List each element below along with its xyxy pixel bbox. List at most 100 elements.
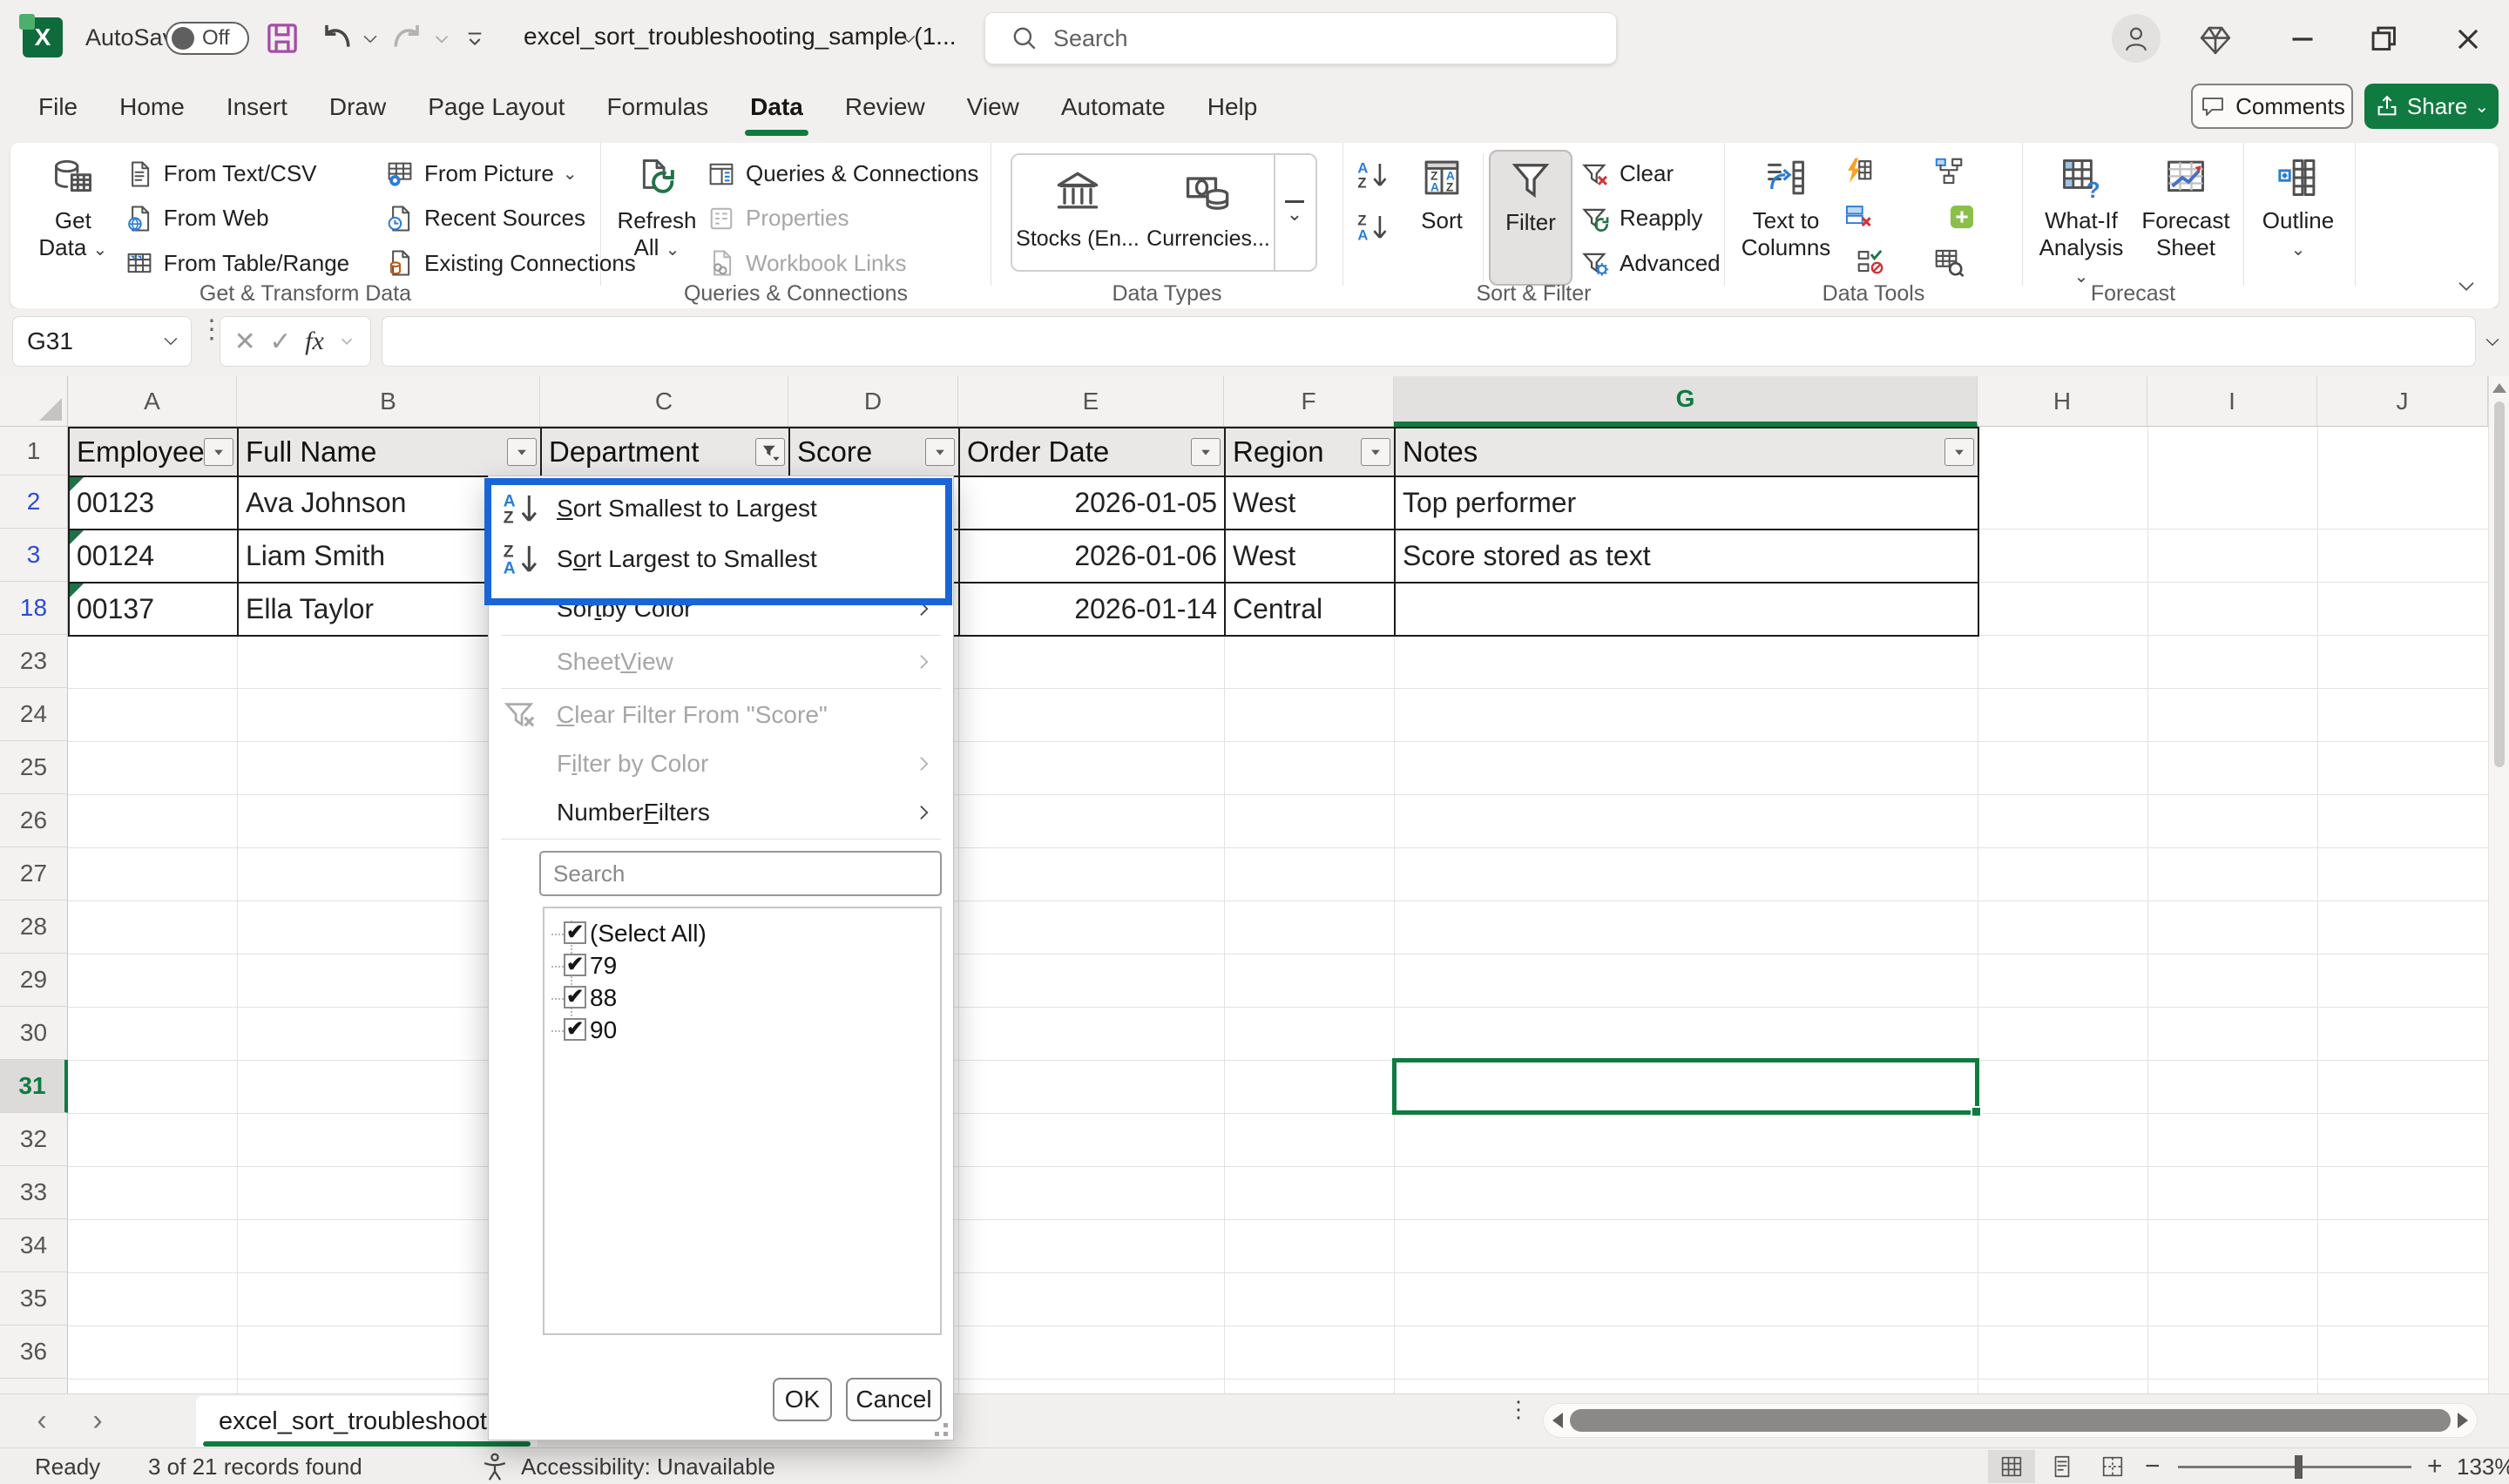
column-header-F[interactable]: F bbox=[1224, 376, 1394, 427]
filter-dropdown-button[interactable] bbox=[1361, 438, 1390, 466]
cell-E18[interactable]: 2026-01-14 bbox=[958, 582, 1226, 637]
column-header-H[interactable]: H bbox=[1978, 376, 2147, 427]
zoom-in-button[interactable]: + bbox=[2427, 1452, 2443, 1481]
status-accessibility[interactable]: Accessibility: Unavailable bbox=[521, 1454, 775, 1481]
checkbox-checked[interactable]: ✔ bbox=[564, 921, 586, 944]
insert-function-icon[interactable]: fx bbox=[305, 327, 324, 356]
checkbox-checked[interactable]: ✔ bbox=[564, 954, 586, 976]
tab-scrollbar-splitter[interactable]: ⋮ bbox=[1507, 1403, 1530, 1415]
menu-item-sort-by-color[interactable]: Sort by Color bbox=[489, 584, 953, 633]
row-header-27[interactable]: 27 bbox=[0, 847, 68, 901]
row-header-31[interactable]: 31 bbox=[0, 1060, 68, 1113]
row-header-25[interactable]: 25 bbox=[0, 741, 68, 794]
row-header-35[interactable]: 35 bbox=[0, 1272, 68, 1325]
row-header-36[interactable]: 36 bbox=[0, 1325, 68, 1379]
page-break-view-button[interactable] bbox=[2089, 1450, 2136, 1483]
filter-value-88[interactable]: ✔88 bbox=[544, 981, 940, 1014]
from-web-button[interactable]: From Web bbox=[124, 196, 384, 240]
menu-item-clear-filter-from-score[interactable]: Clear Filter From "Score" bbox=[489, 691, 953, 739]
refresh-all-button[interactable]: Refresh All ⌄ bbox=[608, 150, 706, 286]
row-header-30[interactable]: 30 bbox=[0, 1007, 68, 1060]
premium-diamond-icon[interactable] bbox=[2195, 19, 2235, 59]
properties-button[interactable]: Properties bbox=[706, 196, 984, 240]
filter-search-input[interactable]: Search bbox=[539, 851, 942, 896]
undo-menu-chevron-icon[interactable] bbox=[359, 28, 382, 51]
vertical-scrollbar[interactable] bbox=[2488, 376, 2509, 1393]
menu-item-sort-smallest-to-largest[interactable]: Sort Smallest to LargestAZ bbox=[489, 483, 953, 534]
horizontal-scroll-thumb[interactable] bbox=[1570, 1409, 2451, 1432]
cell-F18[interactable]: Central bbox=[1224, 582, 1396, 637]
checkbox-checked[interactable]: ✔ bbox=[564, 986, 586, 1008]
row-header-3[interactable]: 3 bbox=[0, 529, 68, 582]
name-box[interactable]: G31 bbox=[12, 316, 192, 367]
select-all-corner[interactable] bbox=[0, 376, 68, 427]
filter-dropdown-button[interactable] bbox=[1191, 438, 1221, 466]
sheet-grid[interactable]: ABCDEFGHIJ123182324252627282930313233343… bbox=[0, 376, 2509, 1393]
row-header-18[interactable]: 18 bbox=[0, 582, 68, 635]
from-picture-button[interactable]: From Picture⌄ bbox=[384, 152, 600, 196]
from-table-range-button[interactable]: From Table/Range bbox=[124, 241, 384, 286]
column-header-J[interactable]: J bbox=[2317, 376, 2488, 427]
row-header-2[interactable]: 2 bbox=[0, 476, 68, 529]
row-header-34[interactable]: 34 bbox=[0, 1219, 68, 1272]
fill-handle[interactable] bbox=[1971, 1106, 1982, 1117]
menu-item-filter-by-color[interactable]: Filter by Color bbox=[489, 739, 953, 788]
prev-sheet-icon[interactable]: ‹ bbox=[24, 1403, 59, 1438]
autosave-toggle[interactable]: Off bbox=[166, 22, 249, 55]
data-validation-icon[interactable] bbox=[1838, 242, 1904, 282]
sort-button[interactable]: ZAAZ Sort bbox=[1406, 150, 1478, 286]
cancel-button[interactable]: Cancel bbox=[846, 1378, 942, 1421]
tab-help[interactable]: Help bbox=[1187, 77, 1279, 138]
undo-icon[interactable] bbox=[317, 19, 355, 57]
redo-menu-chevron-icon[interactable] bbox=[430, 28, 453, 51]
cell-A2[interactable]: 00123 bbox=[68, 476, 239, 530]
checkbox-checked[interactable]: ✔ bbox=[564, 1018, 586, 1041]
filter-dropdown-button[interactable] bbox=[925, 438, 955, 466]
text-to-columns-button[interactable]: Text to Columns bbox=[1734, 150, 1838, 286]
currencies-button[interactable]: Currencies... bbox=[1143, 155, 1274, 270]
tab-review[interactable]: Review bbox=[824, 77, 946, 138]
reapply-filter-button[interactable]: Reapply bbox=[1579, 196, 1719, 240]
sort-descending-icon[interactable]: ZA bbox=[1352, 207, 1392, 247]
menu-item-number-filters[interactable]: Number Filters bbox=[489, 788, 953, 837]
filter-applied-button[interactable] bbox=[755, 438, 785, 466]
relationships-icon[interactable] bbox=[1929, 197, 1995, 237]
row-header-29[interactable]: 29 bbox=[0, 954, 68, 1007]
scroll-up-arrow[interactable] bbox=[2492, 383, 2506, 393]
scroll-left-arrow[interactable] bbox=[1552, 1413, 1563, 1428]
filter-dropdown-button[interactable] bbox=[507, 438, 537, 466]
cell-A3[interactable]: 00124 bbox=[68, 529, 239, 583]
filter-dropdown-button[interactable] bbox=[1944, 438, 1974, 466]
horizontal-scrollbar[interactable] bbox=[1543, 1403, 2478, 1438]
tab-view[interactable]: View bbox=[946, 77, 1040, 138]
queries-connections-button[interactable]: Queries & Connections bbox=[706, 152, 984, 196]
tab-data[interactable]: Data bbox=[729, 77, 824, 138]
filter-button[interactable]: Filter bbox=[1489, 150, 1572, 286]
cell-G2[interactable]: Top performer bbox=[1394, 476, 1979, 530]
search-box[interactable]: Search bbox=[984, 12, 1617, 64]
function-chevron-icon[interactable] bbox=[337, 332, 356, 351]
cell-E2[interactable]: 2026-01-05 bbox=[958, 476, 1226, 530]
document-title[interactable]: excel_sort_troubleshooting_sample (1... bbox=[524, 23, 957, 51]
tab-insert[interactable]: Insert bbox=[206, 77, 308, 138]
column-header-E[interactable]: E bbox=[958, 376, 1224, 427]
share-button[interactable]: Share ⌄ bbox=[2364, 84, 2499, 129]
account-button[interactable] bbox=[2112, 14, 2161, 63]
next-sheet-icon[interactable]: › bbox=[80, 1403, 115, 1438]
column-header-B[interactable]: B bbox=[237, 376, 540, 427]
row-header-32[interactable]: 32 bbox=[0, 1113, 68, 1166]
data-types-more-button[interactable]: ⌄ bbox=[1274, 155, 1314, 270]
sheet-tab-active[interactable]: excel_sort_troubleshooting bbox=[196, 1396, 538, 1447]
stocks-button[interactable]: Stocks (En... bbox=[1012, 155, 1143, 270]
row-header-1[interactable]: 1 bbox=[0, 427, 68, 476]
tab-automate[interactable]: Automate bbox=[1040, 77, 1187, 138]
zoom-level[interactable]: 133% bbox=[2457, 1454, 2509, 1481]
cell-G3[interactable]: Score stored as text bbox=[1394, 529, 1979, 583]
cell-A18[interactable]: 00137 bbox=[68, 582, 239, 637]
minimize-button[interactable] bbox=[2282, 19, 2323, 59]
redo-icon[interactable] bbox=[389, 19, 427, 57]
row-header-26[interactable]: 26 bbox=[0, 794, 68, 847]
forecast-sheet-button[interactable]: Forecast Sheet bbox=[2134, 150, 2237, 286]
save-icon[interactable] bbox=[263, 19, 301, 57]
scroll-right-arrow[interactable] bbox=[2458, 1413, 2468, 1428]
